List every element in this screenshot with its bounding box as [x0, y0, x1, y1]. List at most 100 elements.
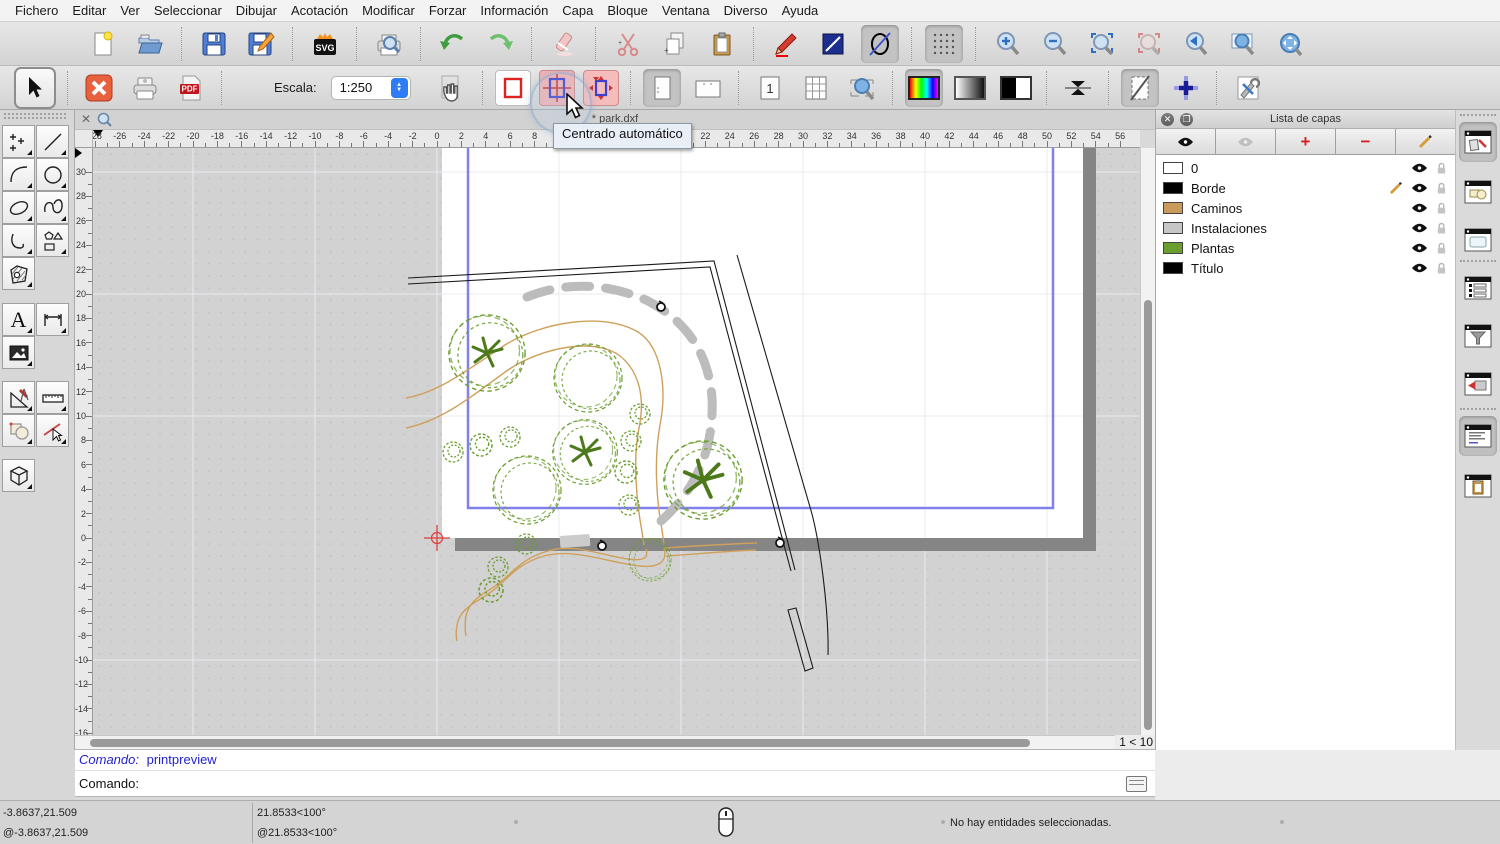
select-entity-tool-button[interactable]: [36, 414, 69, 447]
menu-item-fichero[interactable]: Fichero: [8, 0, 65, 22]
layer-visibility-eye-icon[interactable]: [1411, 162, 1428, 174]
menu-item-ver[interactable]: Ver: [113, 0, 147, 22]
block-list-dock-button[interactable]: [1459, 172, 1497, 212]
save-button[interactable]: [195, 25, 233, 63]
layer-color-swatch[interactable]: [1163, 222, 1183, 234]
print-button[interactable]: [126, 69, 164, 107]
text-tool-button[interactable]: A: [2, 303, 35, 336]
new-file-button[interactable]: [84, 25, 122, 63]
hatch-tool-button[interactable]: [2, 257, 35, 290]
zoom-page-fit-button[interactable]: [843, 69, 881, 107]
dimension-tool-button[interactable]: [36, 303, 69, 336]
layer-color-swatch[interactable]: [1163, 262, 1183, 274]
paste-button[interactable]: [703, 25, 741, 63]
layer-row[interactable]: Plantas: [1156, 238, 1455, 258]
layer-lock-icon[interactable]: [1436, 202, 1447, 215]
close-preview-button[interactable]: [80, 69, 118, 107]
undo-button[interactable]: [434, 25, 472, 63]
horizontal-scrollbar[interactable]: [75, 735, 1115, 750]
layer-row[interactable]: Instalaciones: [1156, 218, 1455, 238]
zoom-out-button[interactable]: [1036, 25, 1074, 63]
zoom-auto-button[interactable]: [1083, 25, 1121, 63]
filter-dock-button[interactable]: [1459, 316, 1497, 356]
grid-toggle-button[interactable]: [925, 25, 963, 63]
zoom-select-button[interactable]: [1130, 25, 1168, 63]
menu-item-forzar[interactable]: Forzar: [422, 0, 474, 22]
polygon-tool-button[interactable]: [36, 224, 69, 257]
hide-all-layers-button[interactable]: [1216, 129, 1276, 154]
layer-lock-icon[interactable]: [1436, 182, 1447, 195]
menu-item-bloque[interactable]: Bloque: [600, 0, 654, 22]
page-landscape-button[interactable]: [689, 69, 727, 107]
select-arrow-button[interactable]: [14, 67, 56, 109]
svg-export-button[interactable]: SVG: [306, 25, 344, 63]
points-tool-button[interactable]: [2, 125, 35, 158]
scale-select[interactable]: 1:250 ▲▼: [331, 76, 411, 100]
pan-hand-button[interactable]: [433, 69, 471, 107]
layer-color-swatch[interactable]: [1163, 162, 1183, 174]
fit-width-button[interactable]: [1059, 69, 1097, 107]
clipboard-dock-button[interactable]: [1459, 466, 1497, 506]
stepper-icon[interactable]: ▲▼: [391, 78, 408, 98]
layer-row[interactable]: Borde: [1156, 178, 1455, 198]
tools-button[interactable]: [1229, 69, 1267, 107]
vertical-scrollbar[interactable]: [1140, 148, 1155, 735]
vertical-scrollbar-thumb[interactable]: [1144, 300, 1152, 730]
library-dock-button[interactable]: [1459, 220, 1497, 260]
preview-border-button[interactable]: [495, 70, 531, 106]
menu-item-capa[interactable]: Capa: [555, 0, 600, 22]
copy-button[interactable]: +: [656, 25, 694, 63]
insert-dock-button[interactable]: [1459, 364, 1497, 404]
redo-button[interactable]: [481, 25, 519, 63]
menu-item-modificar[interactable]: Modificar: [355, 0, 422, 22]
layer-lock-icon[interactable]: [1436, 242, 1447, 255]
save-as-button[interactable]: [242, 25, 280, 63]
layer-lock-icon[interactable]: [1436, 222, 1447, 235]
add-layer-button[interactable]: +: [1276, 129, 1336, 154]
zoom-pan-button[interactable]: [1271, 25, 1309, 63]
menu-item-editar[interactable]: Editar: [65, 0, 113, 22]
menu-item-dibujar[interactable]: Dibujar: [229, 0, 284, 22]
print-preview-button[interactable]: [370, 25, 408, 63]
remove-layer-button[interactable]: −: [1336, 129, 1396, 154]
layer-color-swatch[interactable]: [1163, 202, 1183, 214]
drawing-canvas[interactable]: [93, 148, 1140, 735]
layer-visibility-eye-icon[interactable]: [1411, 262, 1428, 274]
menu-item-acotación[interactable]: Acotación: [284, 0, 355, 22]
zoom-in-button[interactable]: [989, 25, 1027, 63]
layer-visibility-eye-icon[interactable]: [1411, 222, 1428, 234]
command-options-icon[interactable]: [1126, 776, 1147, 792]
layer-visibility-eye-icon[interactable]: [1411, 242, 1428, 254]
layer-row[interactable]: 0: [1156, 158, 1455, 178]
ellipse-attributes-button[interactable]: [861, 25, 899, 63]
draw-pen-button[interactable]: [767, 25, 805, 63]
crosshair-button[interactable]: [1167, 69, 1205, 107]
menu-item-ventana[interactable]: Ventana: [655, 0, 717, 22]
measure-tool-button[interactable]: [36, 381, 69, 414]
circle-tool-button[interactable]: [36, 158, 69, 191]
page-multi-button[interactable]: [797, 69, 835, 107]
menu-item-seleccionar[interactable]: Seleccionar: [147, 0, 229, 22]
zoom-window-button[interactable]: [1224, 25, 1262, 63]
entity-list-dock-button[interactable]: [1459, 268, 1497, 308]
spline-tool-button[interactable]: [36, 191, 69, 224]
page-single-button[interactable]: 1: [751, 69, 789, 107]
command-input[interactable]: [145, 773, 1122, 795]
layer-visibility-eye-icon[interactable]: [1411, 182, 1428, 194]
palette-drag-handle[interactable]: [4, 113, 66, 115]
layer-list-dock-button[interactable]: [1459, 122, 1497, 162]
menu-item-ayuda[interactable]: Ayuda: [775, 0, 826, 22]
menu-item-diverso[interactable]: Diverso: [717, 0, 775, 22]
layer-lock-icon[interactable]: [1436, 262, 1447, 275]
command-dock-button[interactable]: [1459, 416, 1497, 456]
menu-item-información[interactable]: Información: [473, 0, 555, 22]
layer-row[interactable]: Caminos: [1156, 198, 1455, 218]
pdf-export-button[interactable]: PDF: [172, 69, 210, 107]
image-tool-button[interactable]: [2, 336, 35, 369]
layer-row[interactable]: Título: [1156, 258, 1455, 278]
layer-lock-icon[interactable]: [1436, 162, 1447, 175]
color-mode-button[interactable]: [905, 69, 943, 107]
blackwhite-mode-button[interactable]: [997, 69, 1035, 107]
open-file-button[interactable]: [131, 25, 169, 63]
sheet-settings-button[interactable]: [1121, 69, 1159, 107]
